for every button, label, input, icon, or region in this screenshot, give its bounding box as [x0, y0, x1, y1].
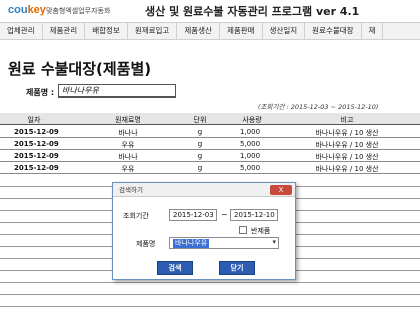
- chevron-down-icon[interactable]: ▾: [272, 238, 276, 246]
- table-row[interactable]: 2015-12-09 우유 g 5,000 바나나우유 / 10 생산: [0, 138, 420, 150]
- menu-item-sales[interactable]: 제품판매: [220, 23, 263, 39]
- date-to-input[interactable]: 2015-12-10: [230, 209, 278, 221]
- empty-row-divider: [0, 306, 420, 307]
- cell-material: 바나나: [118, 129, 138, 137]
- menu-item-material-ledger[interactable]: 원료수불대장: [305, 23, 362, 39]
- cell-unit: g: [197, 152, 203, 160]
- semi-product-checkbox[interactable]: [239, 226, 247, 234]
- menu-item-more[interactable]: 재: [362, 23, 384, 39]
- cell-note: 바나나우유 / 10 생산: [315, 153, 379, 161]
- header-material: 원재료명: [115, 116, 141, 124]
- cell-qty: 5,000: [240, 140, 261, 148]
- menu-item-company[interactable]: 업체관리: [0, 23, 43, 39]
- menu-item-daily-log[interactable]: 생산일지: [263, 23, 306, 39]
- header-unit: 단위: [193, 116, 207, 124]
- cell-date: 2015-12-09: [14, 152, 59, 160]
- close-button[interactable]: 닫기: [219, 261, 255, 275]
- menu-item-production[interactable]: 제품생산: [177, 23, 220, 39]
- cell-unit: g: [197, 140, 203, 148]
- header-qty: 사용량: [242, 116, 262, 124]
- table-row[interactable]: 2015-12-09 바나나 g 1,000 바나나우유 / 10 생산: [0, 126, 420, 138]
- header-date: 일자: [27, 116, 41, 124]
- cell-qty: 5,000: [240, 164, 261, 172]
- cell-unit: g: [197, 164, 203, 172]
- product-dropdown[interactable]: 바나나우유 ▾: [169, 237, 279, 249]
- dialog-titlebar[interactable]: 검색하기 X: [113, 183, 295, 197]
- cell-date: 2015-12-09: [14, 164, 59, 172]
- product-label: 제품명 :: [26, 88, 55, 97]
- range-separator: ~: [221, 210, 228, 219]
- menu-bar: 업체관리 제품관리 배합정보 원재료입고 제품생산 제품판매 생산일지 원료수불…: [0, 22, 420, 40]
- product-dropdown-value: 바나나우유: [173, 239, 210, 248]
- cell-date: 2015-12-09: [14, 140, 59, 148]
- cell-note: 바나나우유 / 10 생산: [315, 141, 379, 149]
- period-text: (조회기간 : 2015-12-03 ~ 2015-12-10): [258, 103, 379, 111]
- cell-qty: 1,000: [240, 152, 261, 160]
- menu-item-recipe[interactable]: 배합정보: [85, 23, 128, 39]
- search-dialog: 검색하기 X 조회기간 2015-12-03 ~ 2015-12-10 반제품 …: [112, 182, 296, 280]
- cell-material: 바나나: [118, 153, 138, 161]
- table-row[interactable]: 2015-12-09 우유 g 5,000 바나나우유 / 10 생산: [0, 162, 420, 174]
- empty-row-divider: [0, 282, 420, 283]
- cell-material: 우유: [121, 165, 135, 173]
- date-from-input[interactable]: 2015-12-03: [169, 209, 217, 221]
- logo: coukey: [8, 4, 46, 16]
- page-title: 원료 수불대장(제품별): [8, 60, 152, 78]
- cell-date: 2015-12-09: [14, 128, 59, 136]
- product-field[interactable]: 바나나우유: [58, 84, 176, 98]
- app-title: 생산 및 원료수불 자동관리 프로그램 ver 4.1: [145, 5, 360, 18]
- semi-product-label: 반제품: [251, 227, 271, 235]
- dialog-product-label: 제품명: [136, 240, 156, 248]
- menu-item-material-in[interactable]: 원재료입고: [128, 23, 178, 39]
- top-header: coukey 맞춤형엑셀업무자동화 생산 및 원료수불 자동관리 프로그램 ve…: [0, 0, 420, 22]
- cell-note: 바나나우유 / 10 생산: [315, 165, 379, 173]
- table-header: 일자 원재료명 단위 사용량 비고: [0, 113, 420, 125]
- cell-material: 우유: [121, 141, 135, 149]
- period-label: 조회기간: [123, 212, 149, 220]
- table-row[interactable]: 2015-12-09 바나나 g 1,000 바나나우유 / 10 생산: [0, 150, 420, 162]
- cell-qty: 1,000: [240, 128, 261, 136]
- logo-subtitle: 맞춤형엑셀업무자동화: [46, 7, 111, 15]
- empty-row-divider: [0, 294, 420, 295]
- dialog-title: 검색하기: [119, 186, 143, 194]
- menu-item-product[interactable]: 제품관리: [43, 23, 86, 39]
- cell-unit: g: [197, 128, 203, 136]
- header-note: 비고: [340, 116, 354, 124]
- search-button[interactable]: 검색: [157, 261, 193, 275]
- close-icon[interactable]: X: [270, 185, 292, 195]
- cell-note: 바나나우유 / 10 생산: [315, 129, 379, 137]
